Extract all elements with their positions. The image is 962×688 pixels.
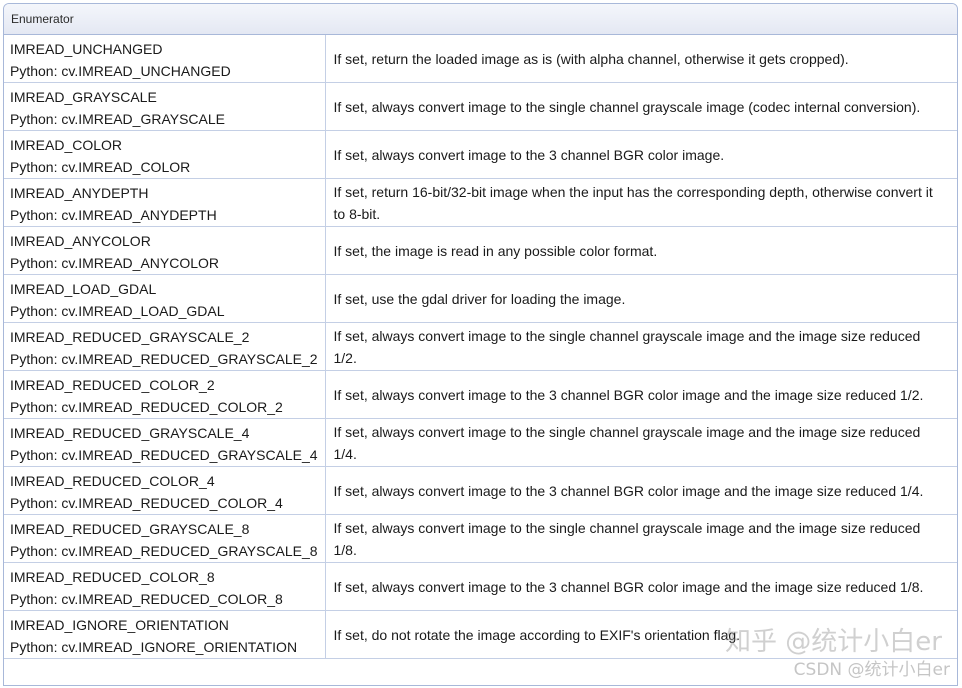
- enum-name: IMREAD_ANYCOLOR: [10, 233, 151, 249]
- enum-description: If set, always convert image to the 3 ch…: [324, 130, 957, 179]
- enum-python-name: Python: cv.IMREAD_LOAD_GDAL: [10, 303, 225, 319]
- enum-python-name: Python: cv.IMREAD_REDUCED_GRAYSCALE_2: [10, 351, 318, 367]
- table-row: IMREAD_UNCHANGED Python: cv.IMREAD_UNCHAN…: [4, 35, 957, 83]
- zhihu-watermark: 知乎 @统计小白er: [725, 627, 942, 657]
- enum-name: IMREAD_UNCHANGED: [10, 41, 163, 57]
- enum-description: If set, the image is read in any possibl…: [324, 226, 957, 275]
- enum-description: If set, return 16-bit/32-bit image when …: [324, 178, 957, 227]
- table-row: IMREAD_ANYCOLOR Python: cv.IMREAD_ANYCOLO…: [4, 226, 957, 275]
- enum-name-cell: IMREAD_REDUCED_GRAYSCALE_8 Python: cv.IMR…: [4, 514, 326, 563]
- enum-name-cell: IMREAD_IGNORE_ORIENTATION Python: cv.IMRE…: [4, 610, 326, 659]
- table-row: IMREAD_REDUCED_GRAYSCALE_8 Python: cv.IMR…: [4, 514, 957, 563]
- enum-name: IMREAD_LOAD_GDAL: [10, 281, 157, 297]
- enum-description: If set, return the loaded image as is (w…: [324, 35, 957, 83]
- enum-name-cell: IMREAD_REDUCED_COLOR_2 Python: cv.IMREAD_…: [4, 370, 326, 419]
- enum-description: If set, always convert image to the sing…: [324, 82, 957, 131]
- enum-name-cell: IMREAD_UNCHANGED Python: cv.IMREAD_UNCHAN…: [4, 35, 326, 83]
- table-row: IMREAD_REDUCED_COLOR_2 Python: cv.IMREAD_…: [4, 370, 957, 419]
- enum-python-name: Python: cv.IMREAD_REDUCED_COLOR_8: [10, 591, 283, 607]
- enum-description: If set, use the gdal driver for loading …: [324, 274, 957, 323]
- table-row: IMREAD_ANYDEPTH Python: cv.IMREAD_ANYDEPT…: [4, 178, 957, 227]
- enum-python-name: Python: cv.IMREAD_ANYDEPTH: [10, 207, 217, 223]
- enum-name-cell: IMREAD_LOAD_GDAL Python: cv.IMREAD_LOAD_G…: [4, 274, 326, 323]
- enum-name-cell: IMREAD_COLOR Python: cv.IMREAD_COLOR: [4, 130, 326, 179]
- enumerator-table: IMREAD_UNCHANGED Python: cv.IMREAD_UNCHAN…: [4, 35, 957, 659]
- enum-python-name: Python: cv.IMREAD_UNCHANGED: [10, 63, 231, 79]
- enum-description: If set, always convert image to the sing…: [324, 514, 957, 563]
- enum-name-cell: IMREAD_REDUCED_COLOR_8 Python: cv.IMREAD_…: [4, 562, 326, 611]
- enum-name: IMREAD_IGNORE_ORIENTATION: [10, 617, 229, 633]
- enum-name: IMREAD_REDUCED_COLOR_8: [10, 569, 215, 585]
- enum-name: IMREAD_REDUCED_COLOR_2: [10, 377, 215, 393]
- table-row: IMREAD_REDUCED_COLOR_4 Python: cv.IMREAD_…: [4, 466, 957, 515]
- enum-name-cell: IMREAD_ANYCOLOR Python: cv.IMREAD_ANYCOLO…: [4, 226, 326, 275]
- enum-name-cell: IMREAD_REDUCED_COLOR_4 Python: cv.IMREAD_…: [4, 466, 326, 515]
- table-row: IMREAD_LOAD_GDAL Python: cv.IMREAD_LOAD_G…: [4, 274, 957, 323]
- table-row: IMREAD_GRAYSCALE Python: cv.IMREAD_GRAYSC…: [4, 82, 957, 131]
- table-row: IMREAD_REDUCED_GRAYSCALE_4 Python: cv.IMR…: [4, 418, 957, 467]
- enum-python-name: Python: cv.IMREAD_ANYCOLOR: [10, 255, 220, 271]
- enum-name-cell: IMREAD_REDUCED_GRAYSCALE_2 Python: cv.IMR…: [4, 322, 326, 371]
- enum-name: IMREAD_GRAYSCALE: [10, 89, 157, 105]
- enum-name: IMREAD_REDUCED_COLOR_4: [10, 473, 215, 489]
- enum-python-name: Python: cv.IMREAD_GRAYSCALE: [10, 111, 225, 127]
- table-row: IMREAD_COLOR Python: cv.IMREAD_COLOR If se…: [4, 130, 957, 179]
- csdn-watermark: CSDN @统计小白er: [793, 660, 950, 680]
- table-header: Enumerator: [4, 4, 957, 35]
- enum-name: IMREAD_REDUCED_GRAYSCALE_2: [10, 329, 250, 345]
- enum-python-name: Python: cv.IMREAD_IGNORE_ORIENTATION: [10, 639, 298, 655]
- table-body: IMREAD_UNCHANGED Python: cv.IMREAD_UNCHAN…: [4, 35, 957, 659]
- enum-python-name: Python: cv.IMREAD_REDUCED_COLOR_4: [10, 495, 283, 511]
- enum-description: If set, always convert image to the sing…: [324, 418, 957, 467]
- table-row: IMREAD_REDUCED_GRAYSCALE_2 Python: cv.IMR…: [4, 322, 957, 371]
- enum-description: If set, always convert image to the sing…: [324, 322, 957, 371]
- enum-name-cell: IMREAD_ANYDEPTH Python: cv.IMREAD_ANYDEPT…: [4, 178, 326, 227]
- enum-name-cell: IMREAD_REDUCED_GRAYSCALE_4 Python: cv.IMR…: [4, 418, 326, 467]
- enum-description: If set, always convert image to the 3 ch…: [324, 370, 957, 419]
- enum-python-name: Python: cv.IMREAD_COLOR: [10, 159, 191, 175]
- enumerator-table-frame: Enumerator IMREAD_UNCHANGED Python: cv.IM…: [3, 3, 958, 686]
- enum-python-name: Python: cv.IMREAD_REDUCED_COLOR_2: [10, 399, 283, 415]
- enum-python-name: Python: cv.IMREAD_REDUCED_GRAYSCALE_8: [10, 543, 318, 559]
- enum-name: IMREAD_COLOR: [10, 137, 123, 153]
- enum-description: If set, always convert image to the 3 ch…: [324, 466, 957, 515]
- table-row: IMREAD_REDUCED_COLOR_8 Python: cv.IMREAD_…: [4, 562, 957, 611]
- enum-description: If set, always convert image to the 3 ch…: [324, 562, 957, 611]
- enum-python-name: Python: cv.IMREAD_REDUCED_GRAYSCALE_4: [10, 447, 318, 463]
- enum-name: IMREAD_REDUCED_GRAYSCALE_8: [10, 521, 250, 537]
- enum-name: IMREAD_ANYDEPTH: [10, 185, 149, 201]
- enum-name: IMREAD_REDUCED_GRAYSCALE_4: [10, 425, 250, 441]
- enum-name-cell: IMREAD_GRAYSCALE Python: cv.IMREAD_GRAYSC…: [4, 82, 326, 131]
